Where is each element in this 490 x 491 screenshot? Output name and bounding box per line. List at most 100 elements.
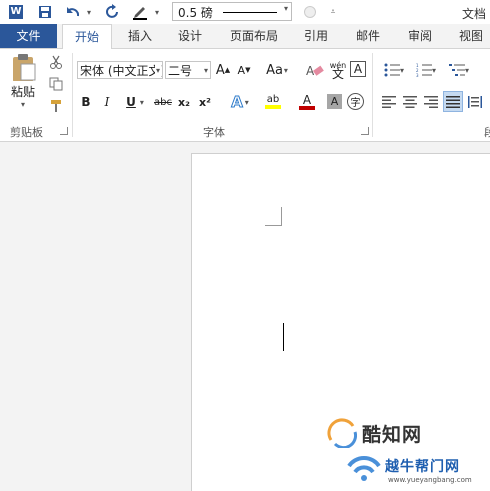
- tab-file[interactable]: 文件: [0, 24, 57, 48]
- pen-color-dropdown-arrow[interactable]: ▾: [152, 3, 162, 21]
- font-size-dropdown[interactable]: 二号 ▾: [165, 61, 211, 79]
- tab-home[interactable]: 开始: [62, 24, 112, 50]
- grow-font-button[interactable]: A ▲: [214, 61, 232, 79]
- superscript-button[interactable]: x²: [196, 93, 214, 111]
- chevron-down-icon: ▾: [283, 4, 288, 13]
- svg-text:3: 3: [416, 73, 419, 77]
- distributed-icon: [468, 96, 482, 108]
- redo-button[interactable]: [104, 3, 122, 21]
- align-center-icon: [403, 96, 417, 108]
- tab-design[interactable]: 设计: [170, 24, 210, 48]
- tab-view[interactable]: 视图: [452, 24, 490, 48]
- align-left-icon: [382, 96, 396, 108]
- align-left-button[interactable]: [380, 93, 398, 111]
- highlight-button[interactable]: ab: [258, 93, 288, 111]
- save-button[interactable]: [36, 3, 54, 21]
- paste-button[interactable]: 粘贴 ▾: [4, 53, 42, 109]
- undo-button[interactable]: [64, 3, 82, 21]
- font-name-dropdown[interactable]: 宋体 (中文正文) ▾: [77, 61, 163, 79]
- tab-page-layout[interactable]: 页面布局: [222, 24, 286, 48]
- chevron-down-icon: ▾: [203, 66, 208, 75]
- character-border-button[interactable]: A: [350, 61, 366, 77]
- chevron-down-icon: ▾: [244, 97, 249, 107]
- chevron-down-icon: ▾: [464, 65, 469, 75]
- paste-dropdown-arrow: ▾: [20, 100, 25, 109]
- repeat-icon: [106, 4, 118, 18]
- wen-char-icon: 文: [331, 67, 344, 81]
- underline-button[interactable]: U ▾: [120, 93, 150, 111]
- copy-icon: [49, 77, 63, 91]
- align-right-button[interactable]: [422, 93, 440, 111]
- change-case-button[interactable]: Aa ▾: [262, 61, 292, 79]
- font-color-button[interactable]: A: [292, 93, 322, 111]
- character-border-icon: A: [353, 62, 363, 76]
- border-line-sample: [223, 12, 277, 13]
- justify-button[interactable]: [443, 91, 463, 112]
- align-center-button[interactable]: [401, 93, 419, 111]
- tab-mailings[interactable]: 邮件: [348, 24, 388, 48]
- tab-review[interactable]: 审阅: [400, 24, 440, 48]
- watermark-url: www.yueyangbang.com: [388, 476, 472, 484]
- word-app-icon[interactable]: W: [8, 3, 24, 21]
- phonetic-guide-button[interactable]: wén 文: [328, 59, 348, 81]
- brush-icon: [51, 100, 61, 112]
- chevron-down-icon: ▾: [139, 97, 144, 107]
- watermark-logo-icon: [327, 418, 358, 450]
- highlight-icon: ab: [266, 94, 280, 105]
- watermark-wifi-icon: [344, 448, 384, 488]
- font-color-icon: A: [302, 93, 312, 107]
- tab-references[interactable]: 引用: [296, 24, 336, 48]
- border-width-dropdown[interactable]: 0.5 磅 ▾: [172, 2, 292, 21]
- highlight-color-bar: [265, 105, 281, 109]
- watermark-site-name: 越牛帮门网: [385, 459, 460, 475]
- customize-qat-button[interactable]: ⩡: [328, 3, 338, 21]
- italic-button[interactable]: I: [99, 93, 115, 111]
- character-shading-icon: A: [330, 95, 339, 108]
- enclose-characters-icon: 字: [350, 98, 361, 109]
- group-separator: [372, 53, 373, 137]
- chevron-down-icon: ▾: [431, 65, 436, 75]
- circle-icon: [304, 6, 316, 18]
- font-size-value: 二号: [168, 64, 193, 78]
- grow-font-icon: A: [215, 62, 225, 78]
- copy-button[interactable]: [46, 75, 66, 93]
- distributed-button[interactable]: [466, 93, 484, 111]
- paste-label: 粘贴: [10, 85, 35, 99]
- strikethrough-button[interactable]: abc: [153, 93, 173, 111]
- shrink-font-icon: A: [237, 63, 246, 77]
- tab-insert[interactable]: 插入: [120, 24, 160, 48]
- format-painter-button[interactable]: [46, 97, 66, 115]
- clipboard-dialog-launcher[interactable]: [60, 127, 68, 135]
- undo-dropdown-arrow[interactable]: ▾: [84, 3, 94, 21]
- scissors-icon: [50, 55, 62, 69]
- chevron-down-icon: ▾: [399, 65, 404, 75]
- group-separator: [72, 53, 73, 137]
- bullets-button[interactable]: ▾: [380, 61, 408, 79]
- shrink-font-button[interactable]: A ▼: [235, 61, 253, 79]
- pen-color-button[interactable]: [130, 3, 150, 21]
- numbering-button[interactable]: 1 2 3 ▾: [412, 61, 440, 79]
- subscript-button[interactable]: x₂: [175, 93, 193, 111]
- subscript-icon: x₂: [178, 95, 190, 109]
- customize-arrow-icon: ⩡: [330, 7, 336, 16]
- italic-icon: I: [104, 95, 110, 109]
- font-dialog-launcher[interactable]: [361, 127, 369, 135]
- paragraph-group-label: 段: [484, 126, 490, 139]
- justify-icon: [446, 95, 460, 108]
- bold-button[interactable]: B: [78, 93, 94, 111]
- font-group-label: 字体: [203, 126, 225, 139]
- circle-button[interactable]: [302, 3, 318, 21]
- cut-button[interactable]: [46, 53, 66, 71]
- character-shading-button[interactable]: A: [327, 94, 342, 109]
- chevron-down-icon: ▾: [283, 65, 288, 75]
- text-effects-button[interactable]: A ▾: [226, 93, 254, 112]
- underline-icon: U: [126, 95, 136, 109]
- numbered-list-icon: 123: [416, 63, 432, 77]
- clipboard-icon: [13, 54, 36, 81]
- word-icon: W: [9, 5, 23, 19]
- bullet-list-icon: [384, 63, 400, 77]
- enclose-characters-button[interactable]: 字: [347, 93, 364, 110]
- multilevel-list-button[interactable]: ▾: [444, 61, 474, 79]
- watermark-brand: 酷知网: [362, 424, 423, 446]
- clear-formatting-button[interactable]: A: [305, 61, 325, 79]
